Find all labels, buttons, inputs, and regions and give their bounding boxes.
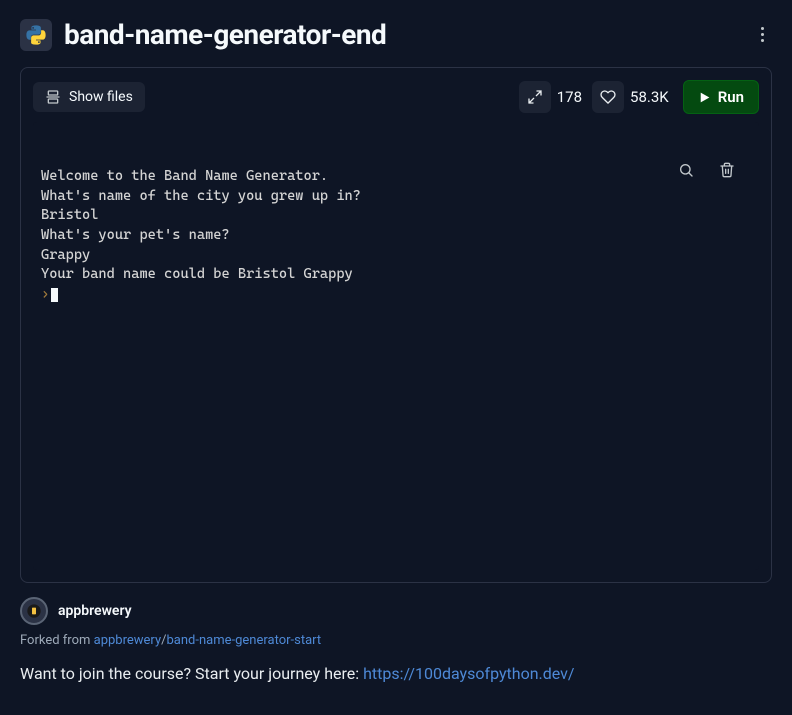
console-line: What's your pet's name?: [41, 226, 751, 246]
like-button[interactable]: [592, 81, 624, 113]
heart-icon: [600, 89, 616, 105]
console-search-button[interactable]: [676, 130, 710, 210]
trash-icon: [719, 162, 735, 178]
fork-count: 178: [557, 88, 582, 106]
like-count: 58.3K: [630, 88, 669, 106]
cta-line: Want to join the course? Start your jour…: [20, 664, 772, 683]
avatar[interactable]: [20, 597, 48, 625]
play-icon: [698, 91, 711, 104]
cursor: [51, 288, 58, 302]
search-icon: [678, 162, 694, 178]
forked-from: Forked from appbrewery/band-name-generat…: [20, 633, 772, 648]
console-output[interactable]: Welcome to the Band Name Generator.What'…: [33, 122, 759, 570]
expand-button[interactable]: [519, 81, 551, 113]
more-menu-button[interactable]: [753, 23, 772, 46]
show-files-label: Show files: [69, 89, 133, 105]
author-name[interactable]: appbrewery: [58, 603, 132, 619]
prompt-symbol: ›: [41, 286, 49, 302]
forked-owner-link[interactable]: appbrewery: [94, 633, 161, 648]
repl-panel: Show files 178 58.3K Run We: [20, 67, 772, 583]
forked-repo-link[interactable]: band-name-generator-start: [166, 633, 321, 648]
console-line: Your band name could be Bristol Grappy: [41, 265, 751, 285]
console-line: What's name of the city you grew up in?: [41, 187, 751, 207]
show-files-button[interactable]: Show files: [33, 82, 145, 112]
run-label: Run: [718, 88, 744, 106]
console-line: Bristol: [41, 206, 751, 226]
run-button[interactable]: Run: [683, 80, 759, 114]
console-clear-button[interactable]: [717, 130, 751, 210]
python-logo-icon: [20, 19, 52, 51]
cta-link[interactable]: https://100daysofpython.dev/: [363, 664, 574, 683]
expand-icon: [527, 89, 543, 105]
console-line: Welcome to the Band Name Generator.: [41, 167, 751, 187]
console-line: Grappy: [41, 246, 751, 266]
page-title: band-name-generator-end: [64, 18, 753, 51]
files-icon: [45, 89, 61, 105]
